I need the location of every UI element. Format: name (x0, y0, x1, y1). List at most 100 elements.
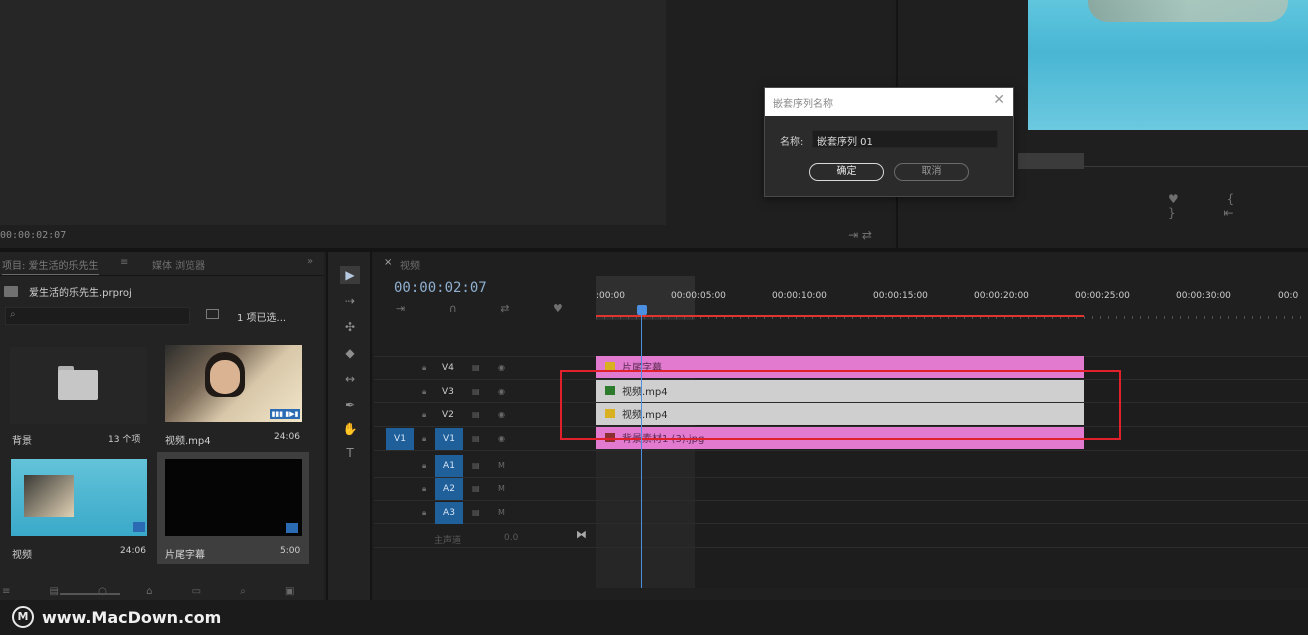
item-name: 背景 (12, 436, 32, 447)
project-panel: 项目: 爱生活的乐先生 ≡ 媒体 浏览器 » 爱生活的乐先生.prproj ⌕ … (0, 252, 391, 612)
expand-icon[interactable]: » (307, 256, 313, 267)
tab-sequence[interactable]: 视频 (400, 257, 420, 272)
dialog-titlebar[interactable]: 嵌套序列名称 ✕ (765, 88, 1013, 116)
slip-tool-icon[interactable]: ↔ (340, 370, 360, 388)
title-thumbnail[interactable] (165, 459, 302, 536)
source-export-icon[interactable]: ⇥ ⇄ (848, 228, 872, 242)
playhead-line (641, 314, 642, 588)
ripple-edit-tool-icon[interactable]: ✣ (340, 318, 360, 336)
source-timecode[interactable]: 00:00:02:07 (0, 230, 66, 241)
track-divider (374, 523, 1308, 524)
playhead-handle[interactable] (637, 305, 647, 315)
eye-icon[interactable]: ◉ (498, 410, 505, 419)
nest-sequence-dialog: 嵌套序列名称 ✕ 名称: 嵌套序列 01 确定 取消 (764, 87, 1014, 197)
render-bar (596, 315, 1084, 317)
tab-menu-icon[interactable]: ≡ (120, 257, 128, 268)
lock-icon[interactable]: 🔒︎ (422, 363, 426, 373)
master-track-label: 主声道 (434, 536, 462, 546)
program-video-figure (1088, 0, 1288, 22)
dialog-title: 嵌套序列名称 (773, 99, 833, 110)
item-duration: 5:00 (280, 546, 301, 556)
ruler-tick-label: 00:00:10:00 (772, 291, 827, 301)
zoom-slider[interactable] (60, 593, 120, 595)
track-divider (374, 477, 1308, 478)
bin-icon[interactable] (206, 309, 219, 319)
sync-icon[interactable]: ▤ (472, 387, 480, 396)
track-label-v4[interactable]: V4 (442, 363, 454, 373)
item-duration: 24:06 (120, 546, 146, 556)
track-divider (374, 450, 1308, 451)
program-transport-icons[interactable]: ♥ { } ⇤ (1168, 192, 1308, 220)
eye-icon[interactable]: ◉ (498, 387, 505, 396)
media-type-badge: ▮▮▮ ▮▶▮ (270, 409, 300, 419)
lock-icon[interactable]: 🔒︎ (422, 410, 426, 420)
ruler-tick-label: :00:00 (596, 291, 625, 301)
mute-icon[interactable]: M (498, 461, 505, 470)
premiere-workspace: 00:00:02:07 ⇥ ⇄ ♥ { } ⇤ 项目: 爱生活的乐先生 ≡ 媒体… (0, 0, 1308, 635)
selection-highlight-box (560, 370, 1121, 440)
ruler-tick-label: 00:00:25:00 (1075, 291, 1130, 301)
ok-button[interactable]: 确定 (809, 163, 884, 181)
close-icon[interactable]: × (384, 257, 392, 268)
eye-icon[interactable]: ◉ (498, 434, 505, 443)
media-badge-icon (286, 523, 298, 533)
razor-tool-icon[interactable]: ◆ (340, 344, 360, 362)
sync-icon[interactable]: ▤ (472, 508, 480, 517)
lock-icon[interactable]: 🔒︎ (422, 508, 426, 518)
selection-tool-icon[interactable]: ▶ (340, 266, 360, 284)
mute-icon[interactable]: M (498, 484, 505, 493)
program-timeline-ruler[interactable] (1018, 155, 1308, 167)
track-label-v3[interactable]: V3 (442, 387, 454, 397)
sequence-name-input[interactable]: 嵌套序列 01 (812, 130, 998, 148)
tab-media-browser[interactable]: 媒体 浏览器 (152, 257, 205, 272)
item-duration: 24:06 (274, 432, 300, 442)
project-search-input[interactable]: ⌕ (5, 307, 190, 325)
lock-icon[interactable]: 🔒︎ (422, 434, 426, 444)
track-target-a2[interactable]: A2 (435, 478, 463, 500)
track-target-a1[interactable]: A1 (435, 455, 463, 477)
sync-icon[interactable]: ▤ (472, 363, 480, 372)
hand-tool-icon[interactable]: ✋ (340, 420, 360, 438)
master-volume-value[interactable]: 0.0 (504, 533, 518, 543)
lock-icon[interactable]: 🔒︎ (422, 461, 426, 471)
folder-icon (58, 370, 98, 400)
mute-icon[interactable]: M (498, 508, 505, 517)
sync-icon[interactable]: ▤ (472, 461, 480, 470)
selection-count: 1 项已选... (237, 313, 287, 324)
search-icon: ⌕ (10, 309, 16, 320)
sync-icon[interactable]: ▤ (472, 484, 480, 493)
ruler-tick-label: 00:00:30:00 (1176, 291, 1231, 301)
source-video-frame (0, 0, 666, 225)
type-tool-icon[interactable]: T (340, 444, 360, 462)
item-name: 视频.mp4 (165, 436, 211, 447)
sequence-badge-icon (133, 522, 145, 532)
track-label-v2[interactable]: V2 (442, 410, 454, 420)
time-ruler[interactable]: :00:00 00:00:05:00 00:00:10:00 00:00:15:… (596, 276, 1308, 320)
program-video-frame (1028, 0, 1308, 130)
tab-project[interactable]: 项目: 爱生活的乐先生 (2, 257, 99, 275)
close-icon[interactable]: ✕ (993, 92, 1005, 108)
cancel-button[interactable]: 取消 (894, 163, 969, 181)
pen-tool-icon[interactable]: ✒ (340, 396, 360, 414)
track-target-a3[interactable]: A3 (435, 502, 463, 524)
sync-icon[interactable]: ▤ (472, 410, 480, 419)
source-patch-v1[interactable]: V1 (386, 428, 414, 450)
sync-icon[interactable]: ▤ (472, 434, 480, 443)
track-select-tool-icon[interactable]: ⇢ (340, 292, 360, 310)
lock-icon[interactable]: 🔒︎ (422, 387, 426, 397)
item-count: 13 个项 (108, 435, 141, 445)
sequence-thumbnail-inset (24, 475, 74, 517)
track-target-v1[interactable]: V1 (435, 428, 463, 450)
source-monitor-panel: 00:00:02:07 ⇥ ⇄ (0, 0, 892, 248)
ruler-tick-label: 00:00:05:00 (671, 291, 726, 301)
watermark-text: www.MacDown.com (42, 608, 222, 627)
project-tab-bar: 项目: 爱生活的乐先生 ≡ 媒体 浏览器 » (0, 252, 324, 276)
item-name: 视频 (12, 550, 32, 561)
name-label: 名称: (780, 137, 804, 148)
eye-icon[interactable]: ◉ (498, 363, 505, 372)
folder-icon (4, 286, 18, 297)
lock-icon[interactable]: 🔒︎ (422, 484, 426, 494)
watermark-logo-icon: M (12, 606, 34, 628)
playhead-timecode[interactable]: 00:00:02:07 (394, 280, 487, 296)
track-divider (374, 500, 1308, 501)
